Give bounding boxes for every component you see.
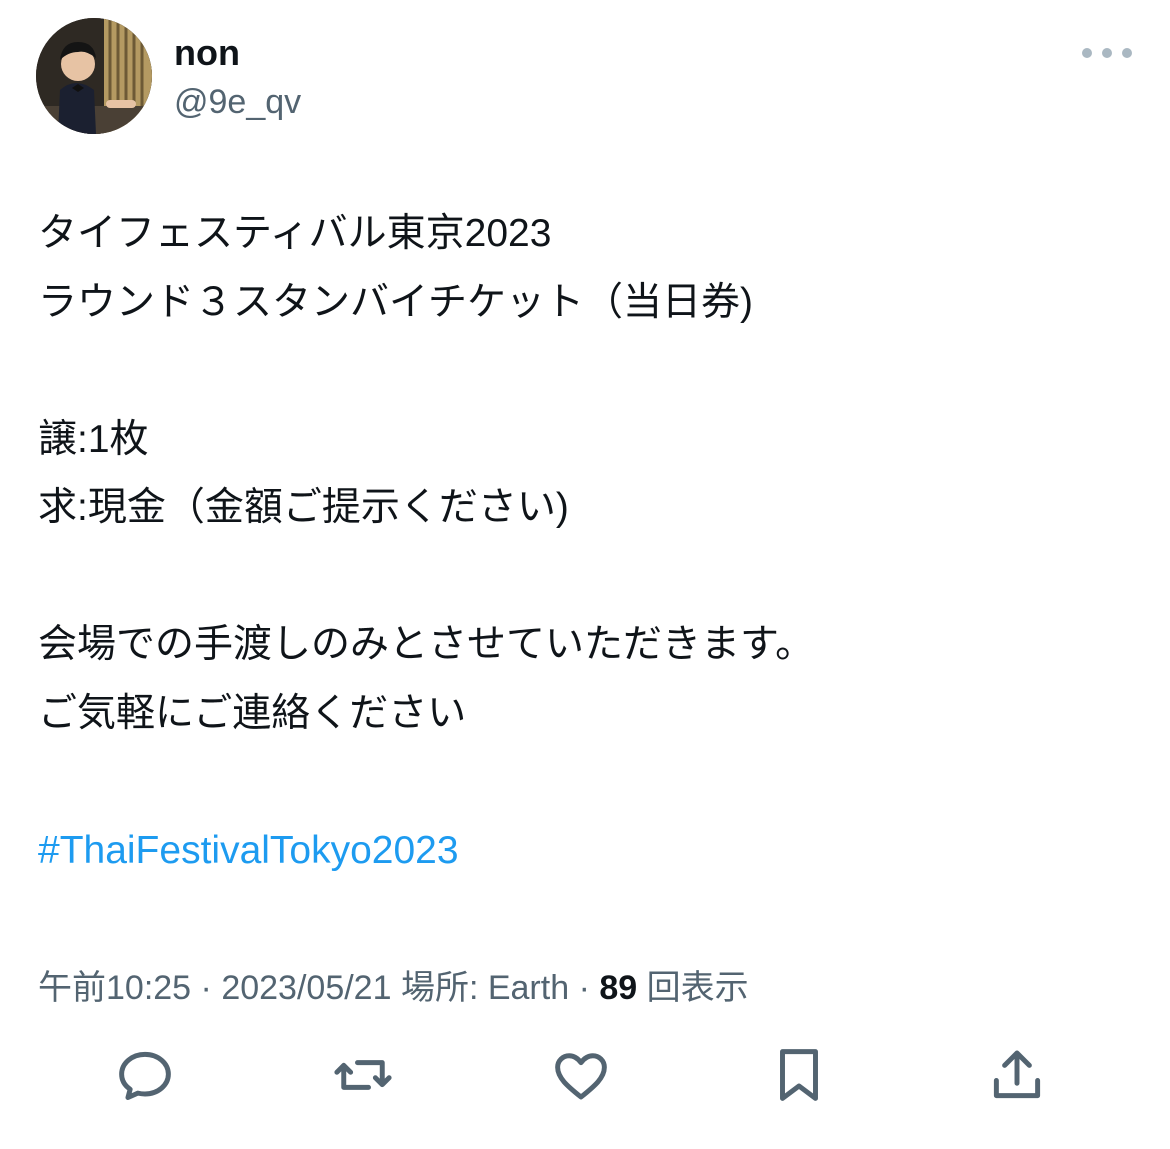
bookmark-button[interactable] bbox=[764, 1040, 834, 1110]
retweet-button[interactable] bbox=[328, 1040, 398, 1110]
share-button[interactable] bbox=[982, 1040, 1052, 1110]
reply-button[interactable] bbox=[110, 1040, 180, 1110]
avatar-image bbox=[36, 18, 152, 134]
tweet-meta: 午前10:25 · 2023/05/21 場所: Earth · 89 回表示 bbox=[38, 960, 749, 1009]
tweet-text-line: タイフェスティバル東京2023 bbox=[38, 212, 552, 255]
reply-icon bbox=[119, 1051, 171, 1101]
tweet-text-line bbox=[38, 543, 1138, 612]
like-button[interactable] bbox=[546, 1040, 616, 1110]
bookmark-icon bbox=[780, 1049, 818, 1101]
tweet-text-line: 会場での手渡しのみとさせていただきます。 bbox=[38, 623, 815, 666]
action-bar bbox=[0, 1040, 1170, 1110]
more-dot bbox=[1102, 48, 1112, 58]
more-options-icon[interactable] bbox=[1082, 36, 1132, 70]
tweet-text-line: 譲:1枚 bbox=[38, 417, 149, 461]
view-count[interactable]: 89 bbox=[599, 969, 637, 1007]
meta-separator: · bbox=[200, 969, 212, 1007]
tweet-location: 場所: Earth bbox=[400, 969, 570, 1007]
share-icon bbox=[993, 1050, 1041, 1099]
tweet-text: タイフェスティバル東京2023 ラウンド３スタンバイチケット（当日券) 譲:1枚… bbox=[38, 200, 1138, 885]
tweet-text-line: ラウンド３スタンバイチケット（当日券) bbox=[38, 280, 753, 324]
user-handle[interactable]: @9e_qv bbox=[174, 83, 301, 122]
tweet: non @9e_qv タイフェスティバル東京2023 ラウンド３スタンバイチケッ… bbox=[0, 0, 1170, 1149]
tweet-text-line: 求:現金（金額ご提示ください) bbox=[38, 486, 569, 529]
hashtag-link[interactable]: #ThaiFestivalTokyo2023 bbox=[38, 817, 1138, 886]
tweet-text-line bbox=[38, 337, 1138, 406]
tweet-time[interactable]: 午前10:25 bbox=[38, 969, 191, 1007]
avatar[interactable] bbox=[36, 18, 152, 134]
like-icon bbox=[555, 1053, 607, 1100]
display-name[interactable]: non bbox=[174, 32, 240, 74]
more-dot bbox=[1082, 48, 1092, 58]
view-label: 回表示 bbox=[646, 969, 749, 1007]
retweet-icon bbox=[334, 1060, 392, 1090]
tweet-text-line bbox=[38, 748, 1138, 817]
more-dot bbox=[1122, 48, 1132, 58]
tweet-text-line: ご気軽にご連絡ください bbox=[38, 691, 467, 735]
meta-separator: · bbox=[578, 969, 590, 1007]
tweet-date[interactable]: 2023/05/21 bbox=[221, 969, 391, 1007]
